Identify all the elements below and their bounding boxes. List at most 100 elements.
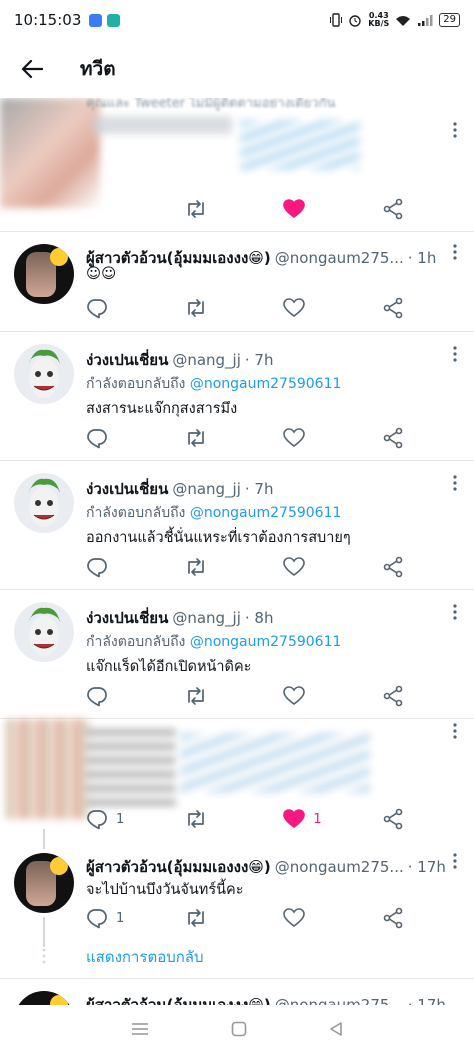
like-icon [283,298,306,317]
tweet-actions [86,555,406,579]
retweet-icon [187,810,204,828]
tweet[interactable]: ง่วงเปนเชี่ยน @nang_jj · 7h กำลังตอบกลับ… [0,332,474,461]
display-name[interactable]: ผู้สาวตัวอ้วน(อุ้มมมเองงง😁) [86,993,271,1005]
tweet[interactable]: ผู้สาวตัวอ้วน(อุ้มมมเองงง😁) @nongaum275.… [0,979,474,1005]
retweet-button[interactable] [185,296,245,320]
timestamp: · 1h [407,249,437,267]
like-icon [283,428,306,447]
reply-icon [87,299,107,319]
system-navigation-bar [0,1005,474,1053]
share-button[interactable] [382,296,406,320]
reply-button[interactable] [86,555,146,579]
reply-button[interactable] [86,684,146,708]
like-button[interactable] [283,296,343,320]
tweet[interactable]: ผู้สาวตัวอ้วน(อุ้มมมเองงง😁) @nongaum275.… [0,232,474,332]
display-name[interactable]: ง่วงเปนเชี่ยน [86,606,168,630]
tweet[interactable]: ง่วงเปนเชี่ยน @nang_jj · 8h กำลังตอบกลับ… [0,590,474,719]
like-button[interactable] [283,197,343,221]
share-icon [383,808,403,830]
share-button[interactable] [382,807,406,831]
reply-button[interactable] [86,197,146,221]
retweet-button[interactable] [185,684,245,708]
like-button[interactable] [283,684,343,708]
username[interactable]: @nang_jj [172,351,241,369]
username[interactable]: @nang_jj [172,609,241,627]
retweet-button[interactable] [185,197,245,221]
vibrate-icon [330,13,343,27]
like-button[interactable] [283,555,343,579]
display-name[interactable]: ผู้สาวตัวอ้วน(อุ้มมมเองงง😁) [86,855,271,879]
share-icon [383,427,403,449]
retweet-button[interactable] [185,807,245,831]
like-icon [283,199,306,218]
like-button[interactable]: 1 [283,807,343,831]
avatar[interactable] [14,991,74,1005]
more-icon[interactable] [448,473,462,493]
tweet[interactable]: ง่วงเปนเชี่ยน @nang_jj · 7h กำลังตอบกลับ… [0,461,474,590]
share-button[interactable] [382,684,406,708]
retweet-button[interactable] [185,906,245,930]
tweet-header: ง่วงเปนเชี่ยน @nang_jj · 8h [86,606,460,630]
username[interactable]: @nongaum275... [275,996,404,1005]
tweet-obscured-1[interactable]: คุณและ Tweeter ไม่มีผู้ติดตามอย่างเดียวก… [0,96,474,232]
mention-link[interactable]: @nongaum27590611 [190,376,342,392]
status-bar: 10:15:03 0.43 KB/S 29 [0,0,474,40]
like-button[interactable] [283,426,343,450]
redacted-avatar [6,719,90,819]
recent-apps-icon[interactable] [131,1022,149,1036]
more-icon[interactable] [448,242,462,262]
display-name[interactable]: ง่วงเปนเชี่ยน [86,477,168,501]
more-icon[interactable] [448,721,462,741]
display-name[interactable]: ง่วงเปนเชี่ยน [86,348,168,372]
reply-icon [87,909,107,929]
thread-line [43,829,45,849]
app-notification-icon [89,13,103,27]
more-icon[interactable] [448,344,462,364]
share-button[interactable] [382,426,406,450]
retweet-icon [187,909,204,927]
avatar[interactable] [14,473,74,533]
more-icon[interactable] [448,120,462,140]
like-icon [283,686,306,705]
avatar[interactable] [14,853,74,913]
retweet-icon [187,558,204,576]
username[interactable]: @nongaum275... [275,858,404,876]
reply-icon [87,429,107,449]
show-replies-link[interactable]: แสดงการตอบกลับ [86,945,204,969]
like-icon [283,809,306,828]
share-button[interactable] [382,197,406,221]
username[interactable]: @nongaum275... [275,249,404,267]
avatar[interactable] [14,344,74,404]
home-icon[interactable] [231,1021,247,1037]
reply-button[interactable] [86,296,146,320]
timestamp: · 8h [244,609,274,627]
tweet-obscured-2[interactable]: 1 1 [0,719,474,849]
tweet-actions [86,684,406,708]
share-icon [383,198,403,220]
mention-link[interactable]: @nongaum27590611 [190,505,342,521]
tweet-text: สงสารนะแจ๊กกุสงสารมึง [86,401,238,417]
like-button[interactable] [283,906,343,930]
share-button[interactable] [382,906,406,930]
back-triangle-icon[interactable] [329,1021,343,1037]
username[interactable]: @nang_jj [172,480,241,498]
share-button[interactable] [382,555,406,579]
tweet-actions [86,197,406,221]
back-button[interactable] [0,40,64,98]
timestamp: · 17h [407,996,446,1005]
network-speed: 0.43 KB/S [368,11,390,28]
reply-button[interactable]: 1 [86,906,146,930]
tweet-actions [86,296,406,320]
more-icon[interactable] [448,851,462,871]
tweet[interactable]: ผู้สาวตัวอ้วน(อุ้มมมเองงง😁) @nongaum275.… [0,849,474,979]
more-icon[interactable] [448,602,462,622]
like-icon [283,557,306,576]
tweet-actions [86,426,406,450]
mention-link[interactable]: @nongaum27590611 [190,634,342,650]
reply-button[interactable]: 1 [86,807,146,831]
retweet-button[interactable] [185,555,245,579]
avatar[interactable] [14,244,74,304]
avatar[interactable] [14,602,74,662]
retweet-button[interactable] [185,426,245,450]
reply-button[interactable] [86,426,146,450]
